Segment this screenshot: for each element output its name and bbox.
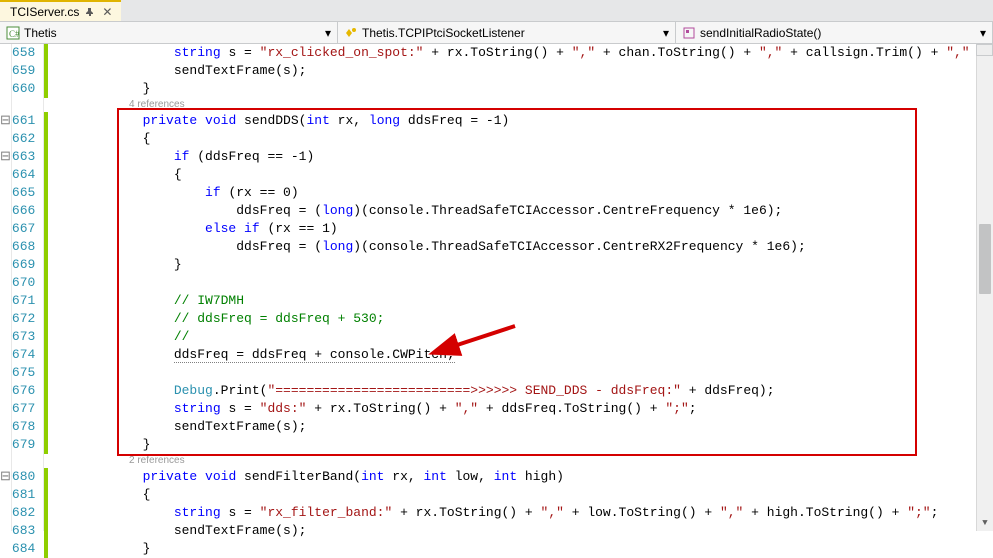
close-icon[interactable]: ✕ <box>101 6 113 18</box>
chevron-down-icon: ▾ <box>980 26 986 40</box>
file-tab[interactable]: TCIServer.cs ✕ <box>0 0 121 21</box>
csharp-icon: C# <box>6 26 20 40</box>
code-line: { <box>49 166 993 184</box>
code-line: if (ddsFreq == -1) <box>49 148 993 166</box>
code-line: } <box>49 540 993 558</box>
code-line: ddsFreq = (long)(console.ThreadSafeTCIAc… <box>49 202 993 220</box>
code-line: private void sendFilterBand(int rx, int … <box>49 468 993 486</box>
code-line: // <box>49 328 993 346</box>
chevron-down-icon: ▾ <box>663 26 669 40</box>
collapse-toggle[interactable]: ⊟ <box>0 468 11 486</box>
code-line: ddsFreq = (long)(console.ThreadSafeTCIAc… <box>49 238 993 256</box>
scroll-down-button[interactable]: ▼ <box>977 514 993 531</box>
code-line: string s = "rx_filter_band:" + rx.ToStri… <box>49 504 993 522</box>
code-line: ddsFreq = ddsFreq + console.CWPitch; <box>49 346 993 364</box>
collapse-toggle[interactable]: ⊟ <box>0 148 11 166</box>
type-dropdown[interactable]: Thetis.TCPIPtciSocketListener ▾ <box>338 22 676 43</box>
scope-label: Thetis <box>24 26 57 40</box>
line-number-gutter: 658659660 661662663664665666667668669670… <box>12 44 44 531</box>
code-line: { <box>49 486 993 504</box>
svg-text:C#: C# <box>9 29 20 39</box>
member-label: sendInitialRadioState() <box>700 26 821 40</box>
code-line <box>49 274 993 292</box>
codelens-references[interactable]: 2 references <box>49 454 993 468</box>
code-line: } <box>49 80 993 98</box>
code-body[interactable]: string s = "rx_clicked_on_spot:" + rx.To… <box>45 44 993 531</box>
code-line: Debug.Print("=========================>>… <box>49 382 993 400</box>
navigation-bar: C# Thetis ▾ Thetis.TCPIPtciSocketListene… <box>0 22 993 44</box>
method-icon <box>682 26 696 40</box>
code-line: if (rx == 0) <box>49 184 993 202</box>
chevron-down-icon: ▾ <box>325 26 331 40</box>
class-icon <box>344 26 358 40</box>
pin-icon[interactable] <box>85 7 95 17</box>
code-line: string s = "dds:" + rx.ToString() + "," … <box>49 400 993 418</box>
split-editor-button[interactable] <box>976 44 993 56</box>
tab-bar: TCIServer.cs ✕ <box>0 0 993 22</box>
code-line: string s = "rx_clicked_on_spot:" + rx.To… <box>49 44 993 62</box>
code-line: sendTextFrame(s); <box>49 62 993 80</box>
member-dropdown[interactable]: sendInitialRadioState() ▾ <box>676 22 993 43</box>
tab-title: TCIServer.cs <box>10 5 79 19</box>
code-line: sendTextFrame(s); <box>49 418 993 436</box>
scope-dropdown[interactable]: C# Thetis ▾ <box>0 22 338 43</box>
code-line: sendTextFrame(s); <box>49 522 993 540</box>
code-line: else if (rx == 1) <box>49 220 993 238</box>
code-line: } <box>49 436 993 454</box>
code-line: // IW7DMH <box>49 292 993 310</box>
code-line: } <box>49 256 993 274</box>
code-line <box>49 364 993 382</box>
type-label: Thetis.TCPIPtciSocketListener <box>362 26 525 40</box>
outline-gutter[interactable]: ⊟ ⊟ ⊟ <box>0 44 12 531</box>
codelens-references[interactable]: 4 references <box>49 98 993 112</box>
collapse-toggle[interactable]: ⊟ <box>0 112 11 130</box>
code-line: // ddsFreq = ddsFreq + 530; <box>49 310 993 328</box>
code-line: private void sendDDS(int rx, long ddsFre… <box>49 112 993 130</box>
vertical-scrollbar[interactable]: ▲ ▼ <box>976 44 993 531</box>
scroll-thumb[interactable] <box>979 224 991 294</box>
code-editor[interactable]: ⊟ ⊟ ⊟ 658659660 661662663664665666667668… <box>0 44 993 531</box>
code-line: { <box>49 130 993 148</box>
